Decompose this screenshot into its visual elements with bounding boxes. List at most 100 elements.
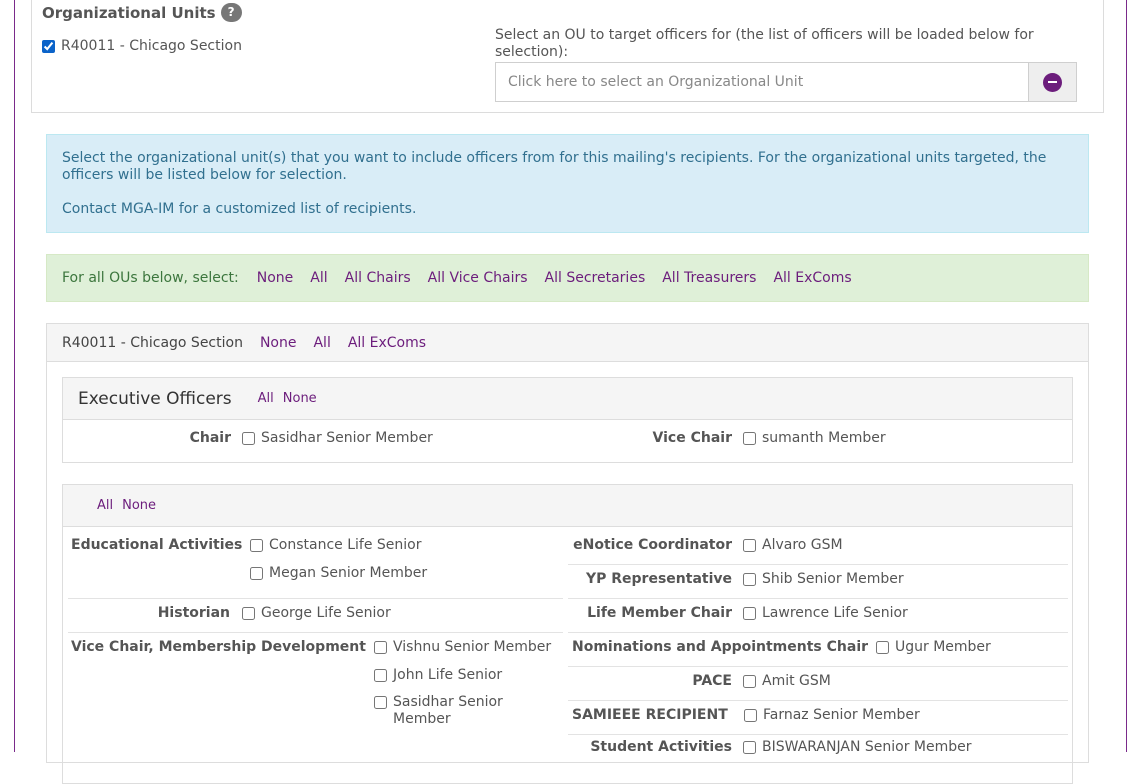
officer-checkbox[interactable]: John Life Senior bbox=[374, 667, 502, 683]
ou-checkbox[interactable] bbox=[42, 39, 55, 53]
officer-name: Megan Senior Member bbox=[269, 565, 428, 581]
officer-checkbox-input[interactable] bbox=[250, 539, 263, 552]
ou-title-text: Organizational Units bbox=[42, 3, 216, 22]
other-officers-header: All None bbox=[63, 485, 1072, 527]
role-nominations-and-appointments-chair: Nominations and Appointments Chair bbox=[572, 639, 869, 655]
minus-circle-icon bbox=[1043, 72, 1062, 92]
officer-checkbox[interactable]: Vishnu Senior Member bbox=[374, 639, 551, 655]
officer-name: BISWARANJAN Senior Member bbox=[762, 739, 972, 755]
officer-checkbox[interactable]: Sasidhar Senior Member bbox=[242, 430, 433, 446]
info-text-2: Contact MGA-IM for a customized list of … bbox=[62, 201, 417, 217]
unit-name: R40011 - Chicago Section bbox=[62, 334, 243, 351]
officer-checkbox-input[interactable] bbox=[743, 607, 756, 620]
help-icon[interactable]: ? bbox=[220, 3, 242, 22]
role-life-member-chair: Life Member Chair bbox=[587, 605, 732, 621]
officer-checkbox-input[interactable] bbox=[743, 573, 756, 586]
select-all-treasurers-link[interactable]: All Treasurers bbox=[662, 270, 756, 286]
ou-checkbox-row[interactable]: R40011 - Chicago Section bbox=[42, 38, 242, 54]
unit-panel: R40011 - Chicago Section None All All Ex… bbox=[46, 323, 1089, 784]
executive-officers-panel: Executive Officers All None Chair Sasidh… bbox=[62, 377, 1073, 463]
ou-checkbox-label: R40011 - Chicago Section bbox=[61, 38, 242, 54]
officer-name: Shib Senior Member bbox=[762, 571, 904, 587]
page-border-right bbox=[1126, 0, 1127, 752]
row-separator bbox=[568, 598, 1068, 599]
select-all-link[interactable]: All bbox=[310, 270, 327, 286]
officer-checkbox[interactable]: Alvaro GSM bbox=[743, 537, 843, 553]
role-vice-chair: Vice Chair bbox=[652, 430, 732, 446]
others-all-link[interactable]: All bbox=[97, 498, 113, 513]
officer-checkbox[interactable]: BISWARANJAN Senior Member bbox=[743, 739, 972, 755]
other-officers-panel: All None Educational Activities Constanc… bbox=[62, 484, 1073, 784]
officer-checkbox[interactable]: Ugur Member bbox=[876, 639, 991, 655]
officer-checkbox[interactable]: Shib Senior Member bbox=[743, 571, 904, 587]
role-pace: PACE bbox=[692, 673, 732, 689]
page-border-left bbox=[14, 0, 15, 752]
ou-panel: Organizational Units ? R40011 - Chicago … bbox=[31, 0, 1104, 113]
officer-checkbox-input[interactable] bbox=[744, 709, 757, 722]
officer-checkbox-input[interactable] bbox=[743, 539, 756, 552]
global-select-bar: For all OUs below, select: None All All … bbox=[46, 254, 1089, 302]
officer-checkbox[interactable]: Constance Life Senior bbox=[250, 537, 421, 553]
info-alert: Select the organizational unit(s) that y… bbox=[46, 134, 1089, 233]
officer-checkbox-input[interactable] bbox=[743, 741, 756, 754]
officer-name: Amit GSM bbox=[762, 673, 831, 689]
officer-checkbox[interactable]: Amit GSM bbox=[743, 673, 831, 689]
role-vice-chair-membership-development: Vice Chair, Membership Development bbox=[71, 639, 366, 655]
officer-checkbox-input[interactable] bbox=[374, 696, 387, 709]
officer-checkbox-input[interactable] bbox=[743, 432, 756, 445]
officer-checkbox-input[interactable] bbox=[242, 432, 255, 445]
unit-all-link[interactable]: All bbox=[313, 335, 330, 351]
select-all-excoms-link[interactable]: All ExComs bbox=[773, 270, 851, 286]
officer-name: George Life Senior bbox=[261, 605, 391, 621]
officer-name: sumanth Member bbox=[762, 430, 886, 446]
info-text-1: Select the organizational unit(s) that y… bbox=[62, 150, 1047, 183]
exec-all-link[interactable]: All bbox=[258, 391, 274, 406]
unit-header: R40011 - Chicago Section None All All Ex… bbox=[47, 324, 1088, 362]
officer-checkbox-input[interactable] bbox=[876, 641, 889, 654]
officer-name: John Life Senior bbox=[393, 667, 503, 683]
officer-name: Sasidhar Senior Member bbox=[261, 430, 433, 446]
officer-checkbox[interactable]: Lawrence Life Senior bbox=[743, 605, 908, 621]
select-all-vice-chairs-link[interactable]: All Vice Chairs bbox=[428, 270, 528, 286]
select-all-chairs-link[interactable]: All Chairs bbox=[345, 270, 411, 286]
officer-checkbox-input[interactable] bbox=[374, 669, 387, 682]
officer-name: Sasidhar Senior Member bbox=[393, 694, 503, 727]
ou-select-input[interactable]: Click here to select an Organizational U… bbox=[496, 63, 1028, 101]
row-separator bbox=[568, 666, 1068, 667]
officer-checkbox[interactable]: Sasidhar Senior Member bbox=[374, 694, 564, 728]
officer-name: Farnaz Senior Member bbox=[763, 707, 920, 723]
officer-checkbox[interactable]: Megan Senior Member bbox=[250, 565, 427, 581]
officer-checkbox-input[interactable] bbox=[250, 567, 263, 580]
officer-checkbox-input[interactable] bbox=[374, 641, 387, 654]
role-samieee-recipient: SAMIEEE RECIPIENT bbox=[572, 707, 728, 723]
executive-officers-header: Executive Officers All None bbox=[63, 378, 1072, 420]
executive-officers-title: Executive Officers bbox=[78, 388, 232, 409]
unit-all-excoms-link[interactable]: All ExComs bbox=[348, 335, 426, 351]
unit-none-link[interactable]: None bbox=[260, 335, 297, 351]
ou-select-label: Select an OU to target officers for (the… bbox=[495, 27, 1034, 60]
officer-name: Vishnu Senior Member bbox=[393, 639, 552, 655]
officer-checkbox-input[interactable] bbox=[743, 675, 756, 688]
officer-checkbox[interactable]: George Life Senior bbox=[242, 605, 391, 621]
officer-checkbox[interactable]: sumanth Member bbox=[743, 430, 886, 446]
role-historian: Historian bbox=[157, 605, 230, 621]
select-none-link[interactable]: None bbox=[257, 270, 294, 286]
others-none-link[interactable]: None bbox=[122, 498, 156, 513]
row-separator bbox=[68, 632, 563, 633]
officer-checkbox[interactable]: Farnaz Senior Member bbox=[744, 707, 920, 723]
role-educational-activities: Educational Activities bbox=[71, 537, 243, 553]
officer-name: Ugur Member bbox=[895, 639, 991, 655]
role-enotice-coordinator: eNotice Coordinator bbox=[573, 537, 732, 553]
row-separator bbox=[68, 598, 563, 599]
officer-name: Constance Life Senior bbox=[269, 537, 422, 553]
role-student-activities: Student Activities bbox=[590, 739, 732, 755]
exec-none-link[interactable]: None bbox=[283, 391, 317, 406]
ou-title: Organizational Units ? bbox=[42, 3, 242, 22]
clear-button[interactable] bbox=[1028, 63, 1076, 101]
officer-checkbox-input[interactable] bbox=[242, 607, 255, 620]
select-all-secretaries-link[interactable]: All Secretaries bbox=[545, 270, 646, 286]
global-select-label: For all OUs below, select: bbox=[62, 270, 239, 286]
officer-name: Alvaro GSM bbox=[762, 537, 843, 553]
officer-name: Lawrence Life Senior bbox=[762, 605, 908, 621]
ou-select[interactable]: Click here to select an Organizational U… bbox=[495, 62, 1077, 102]
